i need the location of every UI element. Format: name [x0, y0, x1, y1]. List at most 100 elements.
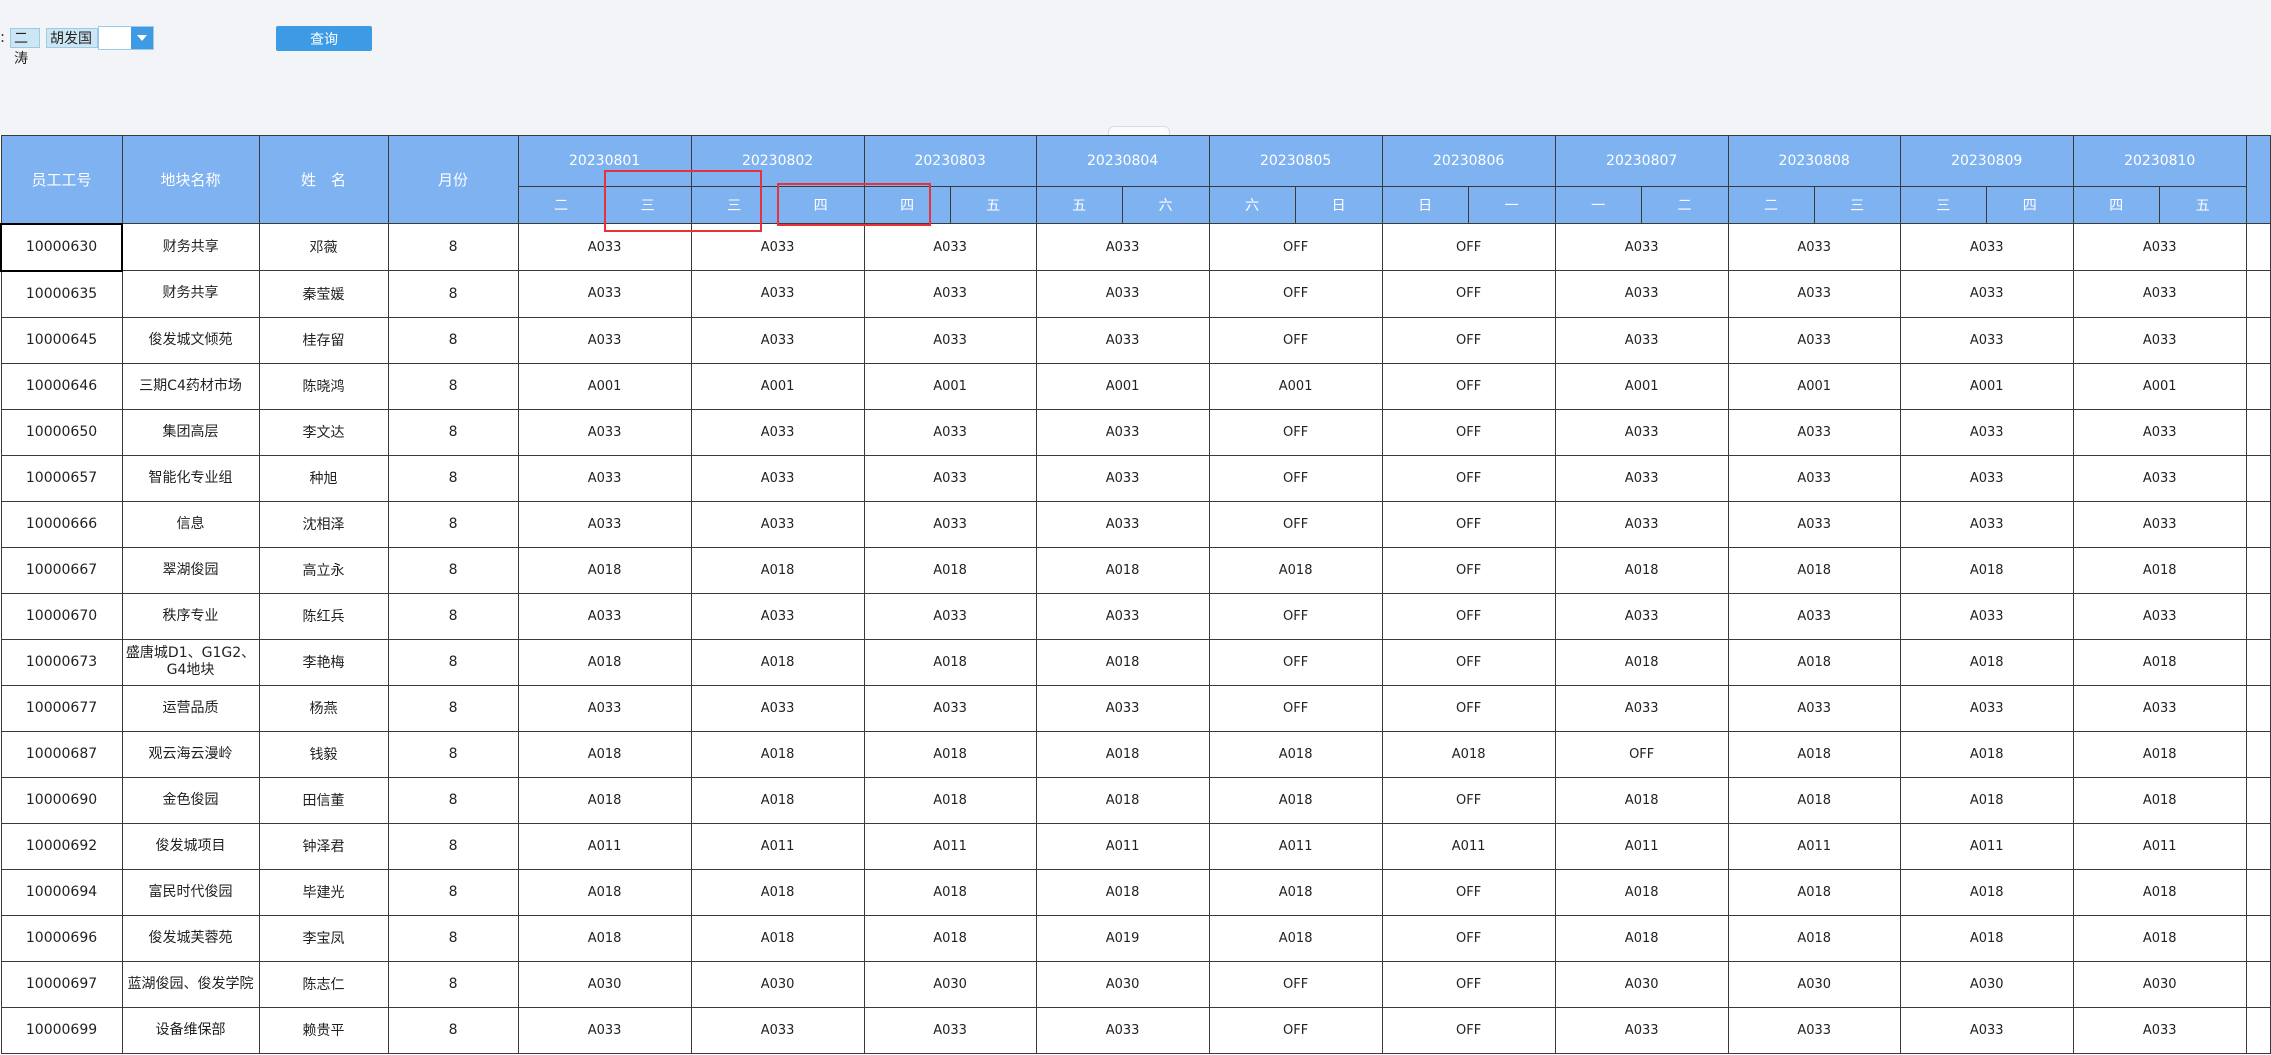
shift-cell[interactable]: A018 — [690, 546, 865, 594]
shift-cell[interactable]: A018 — [1727, 730, 1901, 778]
shift-cell[interactable]: A033 — [2072, 316, 2247, 364]
shift-cell[interactable]: A033 — [1899, 316, 2074, 364]
table-row[interactable]: 10000673 盛唐城D1、G1G2、G4地块 李艳梅 8 A018 A018 A018 A… — [0, 638, 2271, 686]
month-cell[interactable]: 8 — [387, 684, 519, 732]
shift-cell[interactable]: A033 — [1035, 500, 1210, 548]
month-cell[interactable]: 8 — [387, 960, 519, 1008]
site-name-cell[interactable]: 智能化专业组 — [121, 454, 260, 502]
col-header-date[interactable]: 20230809 — [1899, 135, 2074, 187]
site-name-cell[interactable]: 设备维保部 — [121, 1006, 260, 1054]
table-row[interactable]: 10000687 观云海云漫岭 钱毅 8 A018 A018 A018 A018 A018 A01… — [0, 730, 2271, 778]
shift-cell[interactable]: A011 — [1035, 822, 1210, 870]
shift-cell[interactable]: A030 — [863, 960, 1037, 1008]
shift-cell[interactable]: A018 — [863, 546, 1037, 594]
shift-cell[interactable]: OFF — [1381, 960, 1556, 1008]
shift-cell[interactable]: A018 — [1554, 868, 1729, 916]
shift-cell[interactable]: A018 — [1727, 914, 1901, 962]
shift-cell[interactable]: A033 — [863, 454, 1037, 502]
shift-cell[interactable]: A011 — [1381, 822, 1556, 870]
shift-cell[interactable]: A018 — [1035, 638, 1210, 686]
shift-cell[interactable]: A033 — [1727, 223, 1901, 271]
shift-cell[interactable]: A018 — [1899, 868, 2074, 916]
shift-cell[interactable]: A033 — [517, 270, 692, 318]
employee-id-cell[interactable]: 10000673 — [0, 638, 123, 686]
shift-cell[interactable]: A011 — [2072, 822, 2247, 870]
shift-cell[interactable]: OFF — [1208, 638, 1383, 686]
shift-cell[interactable]: A001 — [1899, 362, 2074, 410]
employee-id-cell[interactable]: 10000694 — [0, 868, 123, 916]
shift-cell[interactable]: A030 — [1035, 960, 1210, 1008]
shift-cell[interactable]: A011 — [1727, 822, 1901, 870]
shift-cell[interactable]: A011 — [1899, 822, 2074, 870]
col-header-month[interactable]: 月份 — [387, 135, 519, 224]
shift-cell[interactable]: OFF — [1554, 730, 1729, 778]
shift-cell[interactable]: A033 — [1727, 500, 1901, 548]
shift-cell[interactable]: A033 — [1899, 1006, 2074, 1054]
shift-cell[interactable]: A033 — [517, 684, 692, 732]
shift-cell[interactable]: A033 — [2072, 408, 2247, 456]
shift-cell[interactable]: A033 — [2072, 454, 2247, 502]
shift-cell[interactable]: A001 — [1554, 362, 1729, 410]
shift-cell[interactable]: A018 — [1208, 546, 1383, 594]
employee-id-cell[interactable]: 10000699 — [0, 1006, 123, 1054]
shift-cell[interactable]: A033 — [1554, 454, 1729, 502]
shift-cell[interactable]: A018 — [863, 638, 1037, 686]
employee-id-cell[interactable]: 10000690 — [0, 776, 123, 824]
site-name-cell[interactable]: 俊发城芙蓉苑 — [121, 914, 260, 962]
shift-cell[interactable]: A033 — [1554, 592, 1729, 640]
shift-cell[interactable]: A033 — [1727, 316, 1901, 364]
shift-cell[interactable]: A018 — [2072, 638, 2247, 686]
employee-name-cell[interactable]: 李宝凤 — [258, 914, 389, 962]
col-header-name[interactable]: 姓 名 — [258, 135, 389, 224]
month-cell[interactable]: 8 — [387, 638, 519, 686]
col-header-date[interactable]: 20230804 — [1035, 135, 1210, 187]
shift-cell[interactable]: A033 — [1554, 223, 1729, 271]
shift-cell[interactable]: A033 — [1035, 408, 1210, 456]
shift-cell[interactable]: A033 — [2072, 223, 2247, 271]
employee-name-cell[interactable]: 种旭 — [258, 454, 389, 502]
month-cell[interactable]: 8 — [387, 316, 519, 364]
shift-cell[interactable]: OFF — [1208, 316, 1383, 364]
shift-cell[interactable]: A018 — [863, 868, 1037, 916]
col-header-date[interactable]: 20230807 — [1554, 135, 1729, 187]
shift-cell[interactable]: A018 — [1208, 914, 1383, 962]
shift-cell[interactable]: A018 — [1035, 546, 1210, 594]
col-header-date[interactable]: 20230805 — [1208, 135, 1383, 187]
shift-cell[interactable]: A018 — [690, 638, 865, 686]
shift-cell[interactable]: A018 — [1727, 546, 1901, 594]
shift-cell[interactable]: A033 — [1035, 270, 1210, 318]
site-name-cell[interactable]: 集团高层 — [121, 408, 260, 456]
shift-cell[interactable]: A018 — [1208, 730, 1383, 778]
shift-cell[interactable]: A018 — [1727, 868, 1901, 916]
employee-id-cell[interactable]: 10000657 — [0, 454, 123, 502]
shift-cell[interactable]: OFF — [1208, 270, 1383, 318]
shift-cell[interactable]: OFF — [1381, 316, 1556, 364]
employee-name-cell[interactable]: 沈相泽 — [258, 500, 389, 548]
month-cell[interactable]: 8 — [387, 1006, 519, 1054]
table-row[interactable]: 10000650 集团高层 李文达 8 A033 A033 A033 A033 OFF OFF A0… — [0, 408, 2271, 456]
employee-name-cell[interactable]: 赖贵平 — [258, 1006, 389, 1054]
employee-name-cell[interactable]: 陈志仁 — [258, 960, 389, 1008]
shift-cell[interactable]: A018 — [1899, 638, 2074, 686]
month-cell[interactable]: 8 — [387, 914, 519, 962]
col-header-date[interactable]: 20230808 — [1727, 135, 1901, 187]
shift-cell[interactable]: A018 — [1035, 776, 1210, 824]
shift-cell[interactable]: A033 — [2072, 500, 2247, 548]
table-row[interactable]: 10000667 翠湖俊园 高立永 8 A018 A018 A018 A018 A018 OFF A… — [0, 546, 2271, 594]
shift-cell[interactable]: A018 — [690, 914, 865, 962]
shift-cell[interactable]: A033 — [1035, 592, 1210, 640]
shift-cell[interactable]: A030 — [690, 960, 865, 1008]
shift-cell[interactable]: OFF — [1208, 500, 1383, 548]
shift-cell[interactable]: A018 — [517, 868, 692, 916]
shift-cell[interactable]: A018 — [1554, 546, 1729, 594]
employee-select-input[interactable] — [98, 26, 154, 50]
shift-cell[interactable]: A018 — [1381, 730, 1556, 778]
site-name-cell[interactable]: 蓝湖俊园、俊发学院 — [121, 960, 260, 1008]
employee-name-cell[interactable]: 桂存留 — [258, 316, 389, 364]
shift-cell[interactable]: A001 — [1727, 362, 1901, 410]
shift-cell[interactable]: A011 — [1208, 822, 1383, 870]
shift-cell[interactable]: A033 — [517, 316, 692, 364]
query-button[interactable]: 查询 — [276, 26, 372, 51]
shift-cell[interactable]: A033 — [690, 408, 865, 456]
shift-cell[interactable]: A001 — [2072, 362, 2247, 410]
